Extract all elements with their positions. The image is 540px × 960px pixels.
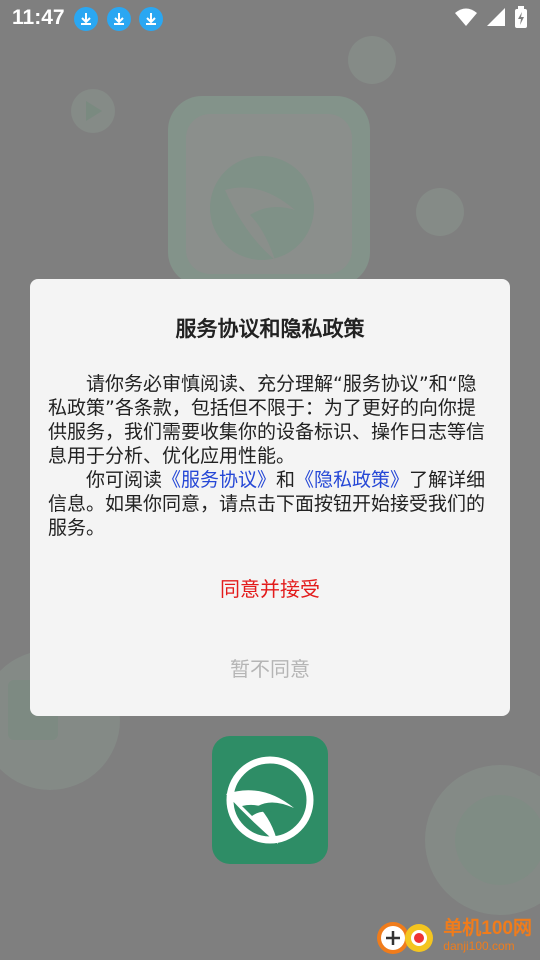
download-icon [139, 7, 163, 31]
swallow-icon [226, 756, 314, 844]
dialog-body: 请你务必审慎阅读、充分理解“服务协议”和“隐私政策”各条款，包括但不限于：为了更… [48, 372, 494, 540]
app-logo [212, 736, 328, 864]
cell-signal-icon [486, 7, 506, 31]
battery-charging-icon [514, 6, 528, 32]
wifi-icon [454, 7, 478, 31]
download-icon [107, 7, 131, 31]
watermark-url: danji100.com [443, 939, 515, 953]
service-agreement-link[interactable]: 《服务协议》 [162, 469, 276, 491]
watermark-title: 单机100网 [443, 918, 532, 939]
status-time: 11:47 [12, 6, 65, 29]
dialog-title: 服务协议和隐私政策 [175, 317, 365, 341]
privacy-dialog: 服务协议和隐私政策 请你务必审慎阅读、充分理解“服务协议”和“隐私政策”各条款，… [30, 279, 510, 716]
watermark: 单机100网 danji100.com [373, 916, 532, 956]
paragraph-text: 你可阅读 [86, 469, 163, 491]
status-bar: 11:47 [0, 0, 540, 38]
paragraph-text: 和 [276, 469, 296, 491]
accept-button[interactable]: 同意并接受 [30, 573, 510, 602]
dialog-paragraph-2: 你可阅读《服务协议》和《隐私政策》了解详细信息。如果你同意，请点击下面按钮开始接… [48, 468, 494, 540]
privacy-policy-link[interactable]: 《隐私政策》 [295, 469, 409, 491]
decline-button[interactable]: 暂不同意 [30, 653, 510, 682]
dialog-paragraph-1: 请你务必审慎阅读、充分理解“服务协议”和“隐私政策”各条款，包括但不限于：为了更… [48, 373, 486, 467]
watermark-logo-icon [377, 922, 434, 954]
download-icon [74, 7, 98, 31]
